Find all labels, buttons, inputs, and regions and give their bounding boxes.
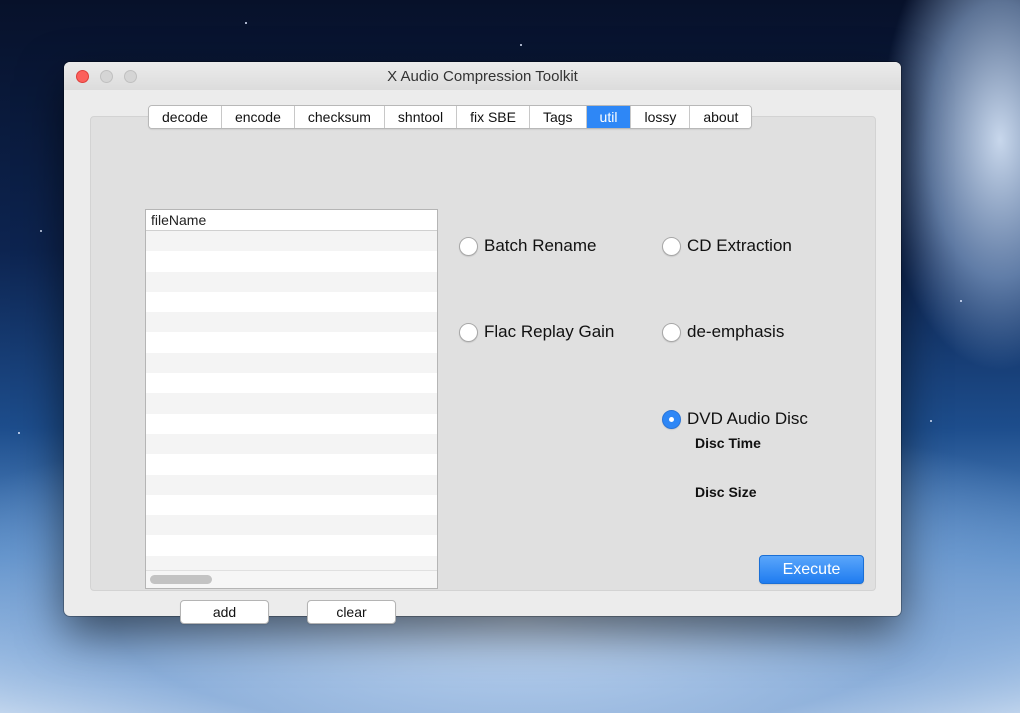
column-header-filename[interactable]: fileName xyxy=(146,210,437,231)
star xyxy=(40,230,42,232)
list-row[interactable] xyxy=(146,312,437,333)
file-list[interactable]: fileName xyxy=(145,209,438,589)
radio-label: CD Extraction xyxy=(687,236,792,255)
radio-circle-icon[interactable] xyxy=(459,322,478,342)
tab-fix-sbe[interactable]: fix SBE xyxy=(457,106,530,128)
list-row[interactable] xyxy=(146,291,437,313)
star xyxy=(520,44,522,46)
list-row[interactable] xyxy=(146,535,437,556)
scrollbar-thumb[interactable] xyxy=(150,575,212,584)
radio-label: de-emphasis xyxy=(687,322,785,341)
radio-batch-rename[interactable]: Batch Rename xyxy=(459,236,596,256)
star xyxy=(245,22,247,24)
star xyxy=(930,420,932,422)
window-title: X Audio Compression Toolkit xyxy=(387,68,578,85)
radio-circle-icon[interactable] xyxy=(662,236,681,256)
star xyxy=(18,432,20,434)
list-row[interactable] xyxy=(146,413,437,434)
tab-checksum[interactable]: checksum xyxy=(294,106,385,128)
execute-button[interactable]: Execute xyxy=(759,555,864,584)
radio-label: Flac Replay Gain xyxy=(484,322,615,341)
star xyxy=(960,300,962,302)
util-tab-panel: fileName add clear Batch Rename CD Extra… xyxy=(90,116,876,624)
app-window: X Audio Compression Toolkit fileName add… xyxy=(64,62,901,624)
add-button[interactable]: add xyxy=(180,600,269,624)
radio-circle-icon[interactable] xyxy=(459,236,478,256)
list-row[interactable] xyxy=(146,515,437,536)
disc-time-label: Disc Time xyxy=(695,435,761,451)
list-row[interactable] xyxy=(146,271,437,292)
tab-decode[interactable]: decode xyxy=(149,106,222,128)
tab-shntool[interactable]: shntool xyxy=(384,106,458,128)
list-row[interactable] xyxy=(146,474,437,495)
list-row[interactable] xyxy=(146,332,437,353)
disc-size-label: Disc Size xyxy=(695,484,757,500)
list-row[interactable] xyxy=(146,433,437,455)
list-row[interactable] xyxy=(146,393,437,414)
list-row[interactable] xyxy=(146,352,437,374)
radio-dvd-audio-disc[interactable]: DVD Audio Disc xyxy=(662,409,808,429)
list-row[interactable] xyxy=(146,454,437,475)
tab-about[interactable]: about xyxy=(690,106,752,128)
clear-button[interactable]: clear xyxy=(307,600,396,624)
horizontal-scrollbar[interactable] xyxy=(146,570,437,588)
list-row[interactable] xyxy=(146,555,437,571)
radio-flac-replay-gain[interactable]: Flac Replay Gain xyxy=(459,322,614,342)
radio-circle-icon[interactable] xyxy=(662,322,681,342)
radio-de-emphasis[interactable]: de-emphasis xyxy=(662,322,784,342)
file-list-rows xyxy=(146,231,437,571)
radio-label: DVD Audio Disc xyxy=(687,409,808,428)
tab-bar: decode encode checksum shntool fix SBE T… xyxy=(148,105,753,129)
list-row[interactable] xyxy=(146,494,437,516)
list-row[interactable] xyxy=(146,251,437,272)
radio-circle-selected-icon[interactable] xyxy=(662,409,681,429)
tab-tags[interactable]: Tags xyxy=(529,106,587,128)
tab-util[interactable]: util xyxy=(586,106,632,128)
tab-lossy[interactable]: lossy xyxy=(631,106,691,128)
title-bar[interactable]: X Audio Compression Toolkit xyxy=(64,62,901,90)
list-row[interactable] xyxy=(146,231,437,252)
tab-encode[interactable]: encode xyxy=(221,106,295,128)
radio-cd-extraction[interactable]: CD Extraction xyxy=(662,236,792,256)
list-row[interactable] xyxy=(146,373,437,394)
radio-label: Batch Rename xyxy=(484,236,597,255)
